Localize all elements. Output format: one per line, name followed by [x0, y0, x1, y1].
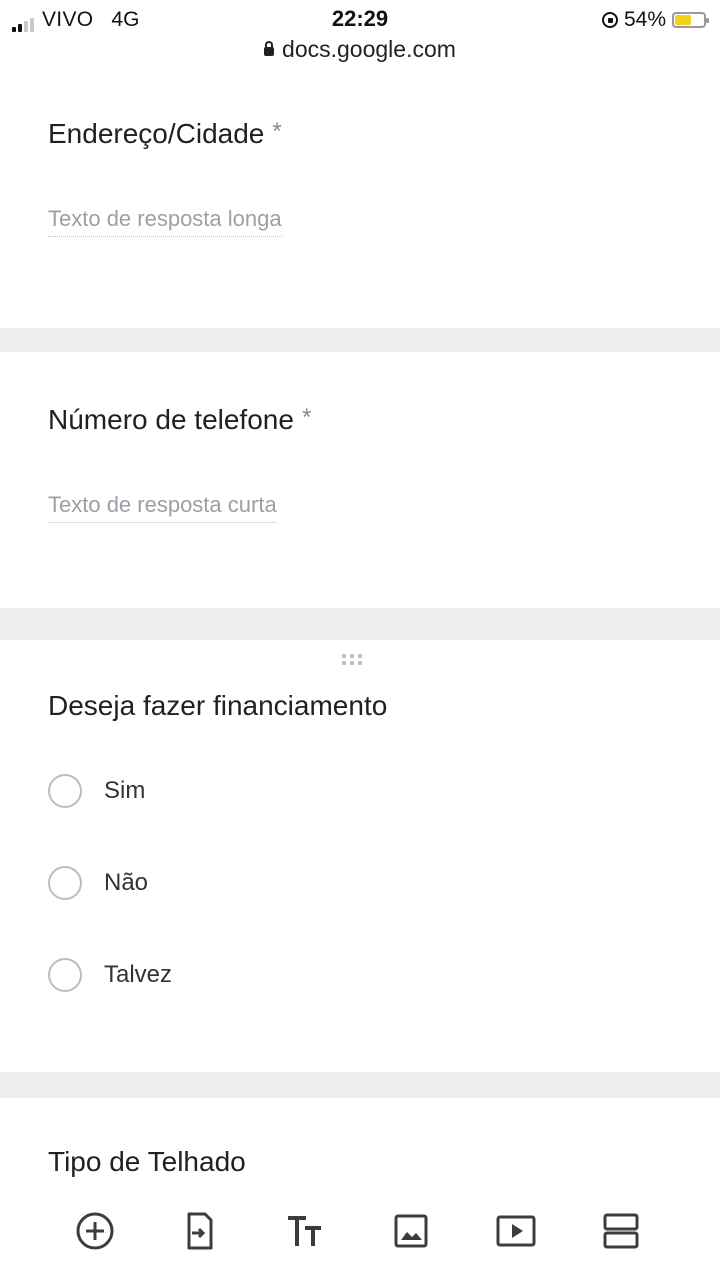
add-video-button[interactable] [492, 1207, 540, 1255]
radio-button-icon[interactable] [48, 866, 82, 900]
import-questions-icon [187, 1212, 213, 1250]
add-title-icon [288, 1216, 322, 1246]
battery-fill [675, 15, 692, 25]
radio-option[interactable]: Talvez [48, 958, 172, 992]
question-card-financing[interactable]: Deseja fazer financiamento Sim Não Talve… [0, 640, 720, 1072]
required-asterisk: * [272, 118, 282, 145]
status-bar: VIVO 4G 22:29 54% docs.google.com [0, 0, 720, 66]
question-title-text: Endereço/Cidade [48, 118, 265, 149]
radio-option-label: Sim [104, 777, 146, 804]
question-title-text: Número de telefone [48, 404, 294, 435]
rotation-lock-icon [601, 12, 618, 28]
battery-percent: 54% [623, 8, 666, 31]
radio-option-label: Talvez [104, 961, 173, 988]
question-card-address[interactable]: Endereço/Cidade * Texto de resposta longa [0, 66, 720, 328]
question-title: Deseja fazer financiamento [48, 690, 388, 721]
add-image-button[interactable] [387, 1207, 435, 1255]
question-title: Tipo de Telhado [48, 1146, 246, 1177]
add-image-icon [394, 1214, 428, 1248]
battery-icon [672, 12, 709, 28]
radio-option-label: Não [104, 869, 149, 896]
import-questions-button[interactable] [176, 1207, 224, 1255]
question-title: Endereço/Cidade * [48, 118, 282, 150]
radio-button-icon[interactable] [48, 958, 82, 992]
long-answer-placeholder: Texto de resposta longa [48, 206, 282, 237]
url-bar[interactable]: docs.google.com [0, 36, 720, 63]
short-answer-placeholder: Texto de resposta curta [48, 492, 277, 523]
add-section-button[interactable] [597, 1207, 645, 1255]
status-right: 54% [601, 8, 709, 32]
padlock-icon [264, 41, 275, 56]
add-section-icon [603, 1213, 639, 1249]
radio-option[interactable]: Sim [48, 774, 145, 808]
radio-option[interactable]: Não [48, 866, 148, 900]
drag-handle-icon[interactable] [342, 654, 362, 665]
radio-button-icon[interactable] [48, 774, 82, 808]
add-question-button[interactable] [71, 1207, 119, 1255]
add-video-icon [496, 1215, 536, 1247]
add-title-button[interactable] [281, 1207, 329, 1255]
question-title: Número de telefone * [48, 404, 311, 436]
url-text: docs.google.com [282, 36, 456, 62]
form-editor-toolbar [30, 1182, 686, 1280]
add-question-icon [76, 1212, 114, 1250]
question-card-phone[interactable]: Número de telefone * Texto de resposta cu… [0, 352, 720, 608]
required-asterisk: * [301, 404, 312, 431]
